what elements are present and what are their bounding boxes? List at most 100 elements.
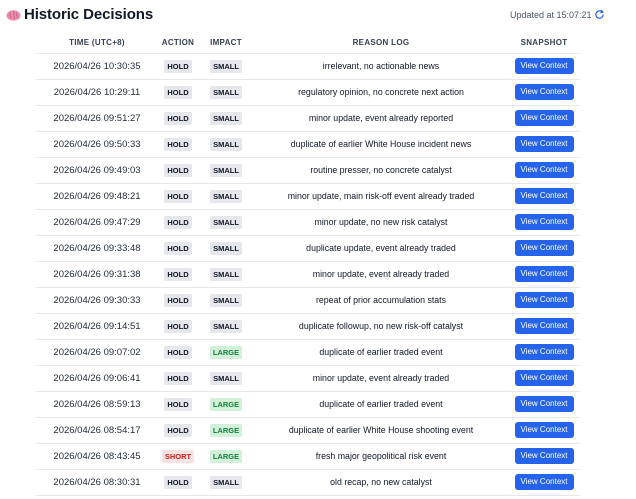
action-cell: HOLD xyxy=(158,260,198,287)
action-cell: HOLD xyxy=(158,130,198,157)
snapshot-cell: View Context xyxy=(508,52,580,79)
impact-cell: SMALL xyxy=(198,468,254,496)
snapshot-cell: View Context xyxy=(508,260,580,287)
column-header-action: ACTION xyxy=(161,38,195,48)
table-row: 2026/04/26 09:07:02 HOLD LARGE duplicate of… xyxy=(36,338,580,365)
action-badge: HOLD xyxy=(164,163,192,177)
decisions-table: TIME (UTC+8) ACTION IMPACT REASON LOG SN… xyxy=(36,33,580,496)
column-header-time: TIME (UTC+8) xyxy=(69,38,125,48)
snapshot-cell: View Context xyxy=(508,286,580,313)
view-context-button[interactable]: View Context xyxy=(514,474,574,490)
action-badge: HOLD xyxy=(164,111,192,125)
view-context-button[interactable]: View Context xyxy=(514,448,574,464)
view-context-button[interactable]: View Context xyxy=(514,292,574,308)
reason-cell: fresh major geopolitical risk event xyxy=(254,442,508,469)
column-header-snapshot: SNAPSHOT xyxy=(520,38,568,48)
time-cell: 2026/04/26 10:29:11 xyxy=(36,78,158,105)
action-badge: HOLD xyxy=(164,423,192,437)
view-context-button[interactable]: View Context xyxy=(514,422,574,438)
snapshot-cell: View Context xyxy=(508,416,580,443)
time-cell: 2026/04/26 09:33:48 xyxy=(36,234,158,261)
table-row: 2026/04/26 08:30:31 HOLD SMALL old recap, n… xyxy=(36,468,580,496)
time-cell: 2026/04/26 09:48:21 xyxy=(36,182,158,209)
header: Historic Decisions Updated at 15:07:21 xyxy=(0,0,636,30)
action-badge: HOLD xyxy=(164,241,192,255)
table-row: 2026/04/26 09:33:48 HOLD SMALL duplicate up… xyxy=(36,234,580,261)
action-badge: HOLD xyxy=(164,215,192,229)
impact-badge: SMALL xyxy=(210,319,242,333)
impact-cell: SMALL xyxy=(198,104,254,131)
table-row: 2026/04/26 10:30:35 HOLD SMALL irrelevant, … xyxy=(36,52,580,79)
view-context-button[interactable]: View Context xyxy=(514,344,574,360)
time-cell: 2026/04/26 09:30:33 xyxy=(36,286,158,313)
action-badge: HOLD xyxy=(164,397,192,411)
reason-cell: duplicate update, event already traded xyxy=(254,234,508,261)
snapshot-cell: View Context xyxy=(508,130,580,157)
action-badge: SHORT xyxy=(161,449,195,463)
time-cell: 2026/04/26 08:59:13 xyxy=(36,390,158,417)
action-cell: HOLD xyxy=(158,78,198,105)
view-context-button[interactable]: View Context xyxy=(514,214,574,230)
view-context-button[interactable]: View Context xyxy=(514,318,574,334)
table-row: 2026/04/26 09:49:03 HOLD SMALL routine pres… xyxy=(36,156,580,183)
reason-cell: duplicate of earlier White House inciden… xyxy=(254,130,508,157)
view-context-button[interactable]: View Context xyxy=(514,84,574,100)
impact-badge: SMALL xyxy=(210,267,242,281)
time-cell: 2026/04/26 09:50:33 xyxy=(36,130,158,157)
time-cell: 2026/04/26 09:14:51 xyxy=(36,312,158,339)
impact-badge: LARGE xyxy=(209,345,243,359)
time-cell: 2026/04/26 09:51:27 xyxy=(36,104,158,131)
impact-cell: SMALL xyxy=(198,260,254,287)
reason-cell: minor update, event already traded xyxy=(254,260,508,287)
view-context-button[interactable]: View Context xyxy=(514,58,574,74)
reason-cell: irrelevant, no actionable news xyxy=(254,52,508,79)
refresh-icon[interactable] xyxy=(594,9,605,20)
snapshot-cell: View Context xyxy=(508,364,580,391)
action-cell: HOLD xyxy=(158,156,198,183)
column-header-impact: IMPACT xyxy=(210,38,242,48)
reason-cell: minor update, no new risk catalyst xyxy=(254,208,508,235)
table-row: 2026/04/26 09:30:33 HOLD SMALL repeat of pr… xyxy=(36,286,580,313)
impact-cell: SMALL xyxy=(198,286,254,313)
action-cell: HOLD xyxy=(158,208,198,235)
view-context-button[interactable]: View Context xyxy=(514,240,574,256)
view-context-button[interactable]: View Context xyxy=(514,370,574,386)
view-context-button[interactable]: View Context xyxy=(514,162,574,178)
reason-cell: minor update, event already traded xyxy=(254,364,508,391)
view-context-button[interactable]: View Context xyxy=(514,136,574,152)
view-context-button[interactable]: View Context xyxy=(514,110,574,126)
snapshot-cell: View Context xyxy=(508,182,580,209)
snapshot-cell: View Context xyxy=(508,234,580,261)
action-badge: HOLD xyxy=(164,319,192,333)
view-context-button[interactable]: View Context xyxy=(514,188,574,204)
reason-cell: repeat of prior accumulation stats xyxy=(254,286,508,313)
impact-cell: SMALL xyxy=(198,52,254,79)
action-cell: HOLD xyxy=(158,52,198,79)
view-context-button[interactable]: View Context xyxy=(514,266,574,282)
reason-cell: duplicate of earlier White House shootin… xyxy=(254,416,508,443)
action-cell: HOLD xyxy=(158,338,198,365)
time-cell: 2026/04/26 09:49:03 xyxy=(36,156,158,183)
impact-badge: SMALL xyxy=(210,475,242,489)
action-badge: HOLD xyxy=(164,475,192,489)
impact-badge: SMALL xyxy=(210,293,242,307)
table-row: 2026/04/26 09:50:33 HOLD SMALL duplicate of… xyxy=(36,130,580,157)
table-row: 2026/04/26 09:14:51 HOLD SMALL duplicate fo… xyxy=(36,312,580,339)
action-cell: HOLD xyxy=(158,416,198,443)
table-row: 2026/04/26 08:43:45 SHORT LARGE fresh major… xyxy=(36,442,580,469)
impact-badge: LARGE xyxy=(209,397,243,411)
reason-cell: old recap, no new catalyst xyxy=(254,468,508,496)
impact-cell: SMALL xyxy=(198,208,254,235)
action-cell: HOLD xyxy=(158,182,198,209)
impact-badge: LARGE xyxy=(209,423,243,437)
snapshot-cell: View Context xyxy=(508,208,580,235)
reason-cell: minor update, event already reported xyxy=(254,104,508,131)
time-cell: 2026/04/26 08:30:31 xyxy=(36,468,158,496)
impact-badge: SMALL xyxy=(210,241,242,255)
time-cell: 2026/04/26 10:30:35 xyxy=(36,52,158,79)
page-title: Historic Decisions xyxy=(24,6,154,23)
view-context-button[interactable]: View Context xyxy=(514,396,574,412)
impact-cell: SMALL xyxy=(198,312,254,339)
time-cell: 2026/04/26 08:43:45 xyxy=(36,442,158,469)
table-row: 2026/04/26 08:59:13 HOLD LARGE duplicate of… xyxy=(36,390,580,417)
